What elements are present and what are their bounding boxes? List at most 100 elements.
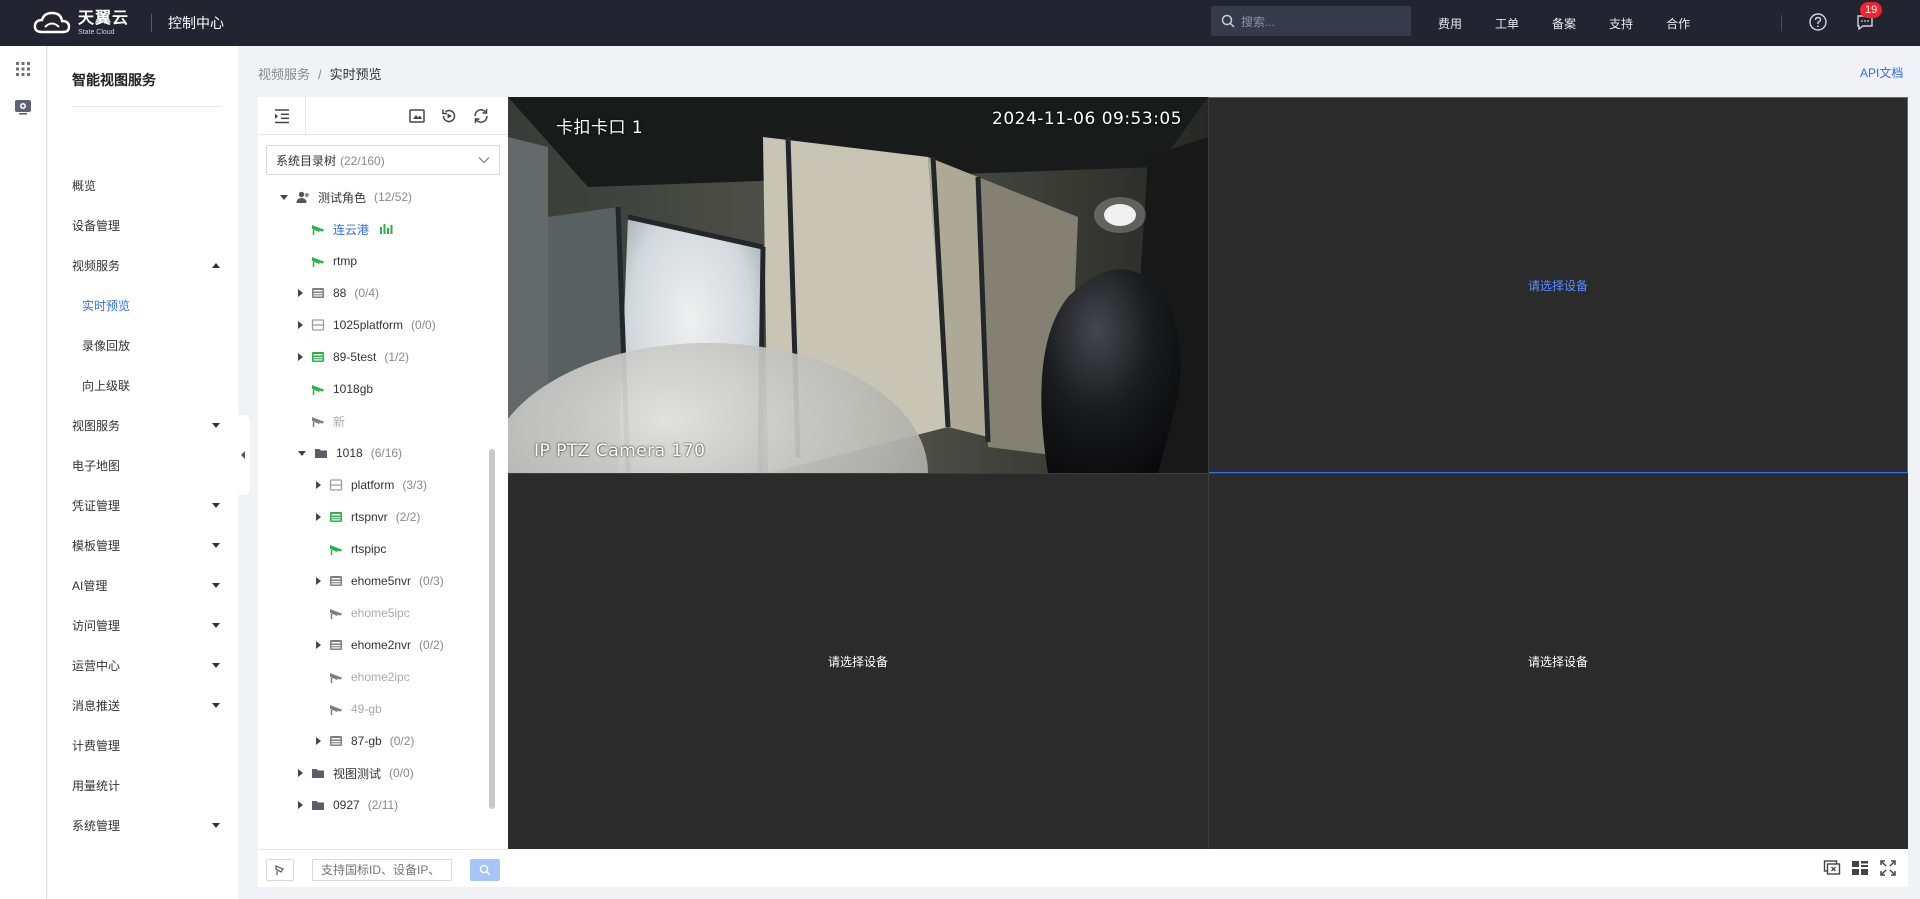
console-title[interactable]: 控制中心 [168,13,224,33]
tree-node[interactable]: 1018 (6/16) [298,441,402,465]
screenshot-icon[interactable] [408,107,426,125]
nav-item-4[interactable]: 录像回放 [82,334,224,356]
nav-item-13[interactable]: 消息推送 [72,694,224,716]
close-all-windows-icon[interactable] [1823,859,1841,877]
search-button[interactable] [470,859,500,881]
expand-right-icon[interactable] [298,353,303,361]
search-icon [479,864,491,876]
expand-right-icon[interactable] [298,769,303,777]
fullscreen-icon[interactable] [1879,859,1897,877]
tree-node[interactable]: rtspipc [316,537,386,561]
tree-node[interactable]: 49-gb [316,697,382,721]
nav-item-0[interactable]: 概览 [72,174,224,196]
layout-split-icon[interactable] [1851,859,1869,877]
nav-item-16[interactable]: 系统管理 [72,814,224,836]
tree-toolbar [258,97,508,135]
tree-node[interactable]: 89-5test (1/2) [298,345,409,369]
api-doc-link[interactable]: API文档 [1860,64,1903,81]
tree-node-label: rtspipc [351,542,387,556]
expand-right-icon[interactable] [298,289,303,297]
filter-button[interactable] [266,859,294,881]
tree-node[interactable]: 1018gb [298,377,373,401]
video-cell-4[interactable]: 请选择设备 [1208,473,1908,849]
tree-scrollbar[interactable] [489,449,495,809]
tree-node-count: (1/2) [384,350,410,364]
expand-right-icon[interactable] [298,801,303,809]
nav-item-6[interactable]: 视图服务 [72,414,224,436]
tree-node[interactable]: ehome2ipc [316,665,410,689]
menu-filing[interactable]: 备案 [1552,15,1576,32]
nav-item-14[interactable]: 计费管理 [72,734,224,756]
camera-gray-icon [329,702,343,716]
menu-partner[interactable]: 合作 [1666,15,1690,32]
apps-grid-icon[interactable] [14,60,32,78]
expand-right-icon[interactable] [316,577,321,585]
logo-subtext: State Cloud [78,28,115,36]
tree-node-label: ehome2nvr [351,638,412,652]
menu-billing[interactable]: 费用 [1438,15,1462,32]
tree-node-count: (0/3) [419,574,444,588]
nav-item-10[interactable]: AI管理 [72,574,224,596]
expand-right-icon[interactable] [316,737,321,745]
nvr-gray-icon [329,638,343,652]
tree-node[interactable]: ehome5nvr (0/3) [316,569,444,593]
expand-right-icon[interactable] [316,641,321,649]
caret-down-icon [212,502,220,508]
tree-node[interactable]: 87-gb (0/2) [316,729,414,753]
tree-node[interactable]: ehome5ipc [316,601,410,625]
tree-node-count: (2/2) [395,510,421,524]
nav-item-9[interactable]: 模板管理 [72,534,224,556]
video-service-icon[interactable] [14,98,32,116]
osd-channel-name: 卡扣卡口 1 [556,118,644,138]
tree-view-tab[interactable] [258,97,306,135]
video-cell-3[interactable]: 请选择设备 [508,473,1208,849]
video-cell-1[interactable]: 卡扣卡口 1 2024-11-06 09:53:05 IP PTZ Camera… [508,97,1208,473]
select-label: 系统目录树 [276,153,337,168]
nav-item-3[interactable]: 实时预览 [82,294,224,316]
menu-tickets[interactable]: 工单 [1495,15,1519,32]
caret-down-icon [212,822,220,828]
nav-item-5[interactable]: 向上级联 [82,374,224,396]
tree-node[interactable]: 1025platform (0/0) [298,313,436,337]
tree-node[interactable]: 0927 (2/11) [298,793,398,817]
expand-right-icon[interactable] [298,321,303,329]
expand-right-icon[interactable] [316,481,321,489]
search-icon [1221,14,1235,28]
nav-item-7[interactable]: 电子地图 [72,454,224,476]
nav-item-2[interactable]: 视频服务 [72,254,224,276]
expand-down-icon[interactable] [298,450,306,456]
collapse-nav-button[interactable] [236,415,250,495]
expand-right-icon[interactable] [316,513,321,521]
expand-down-icon[interactable] [280,194,288,200]
replay-icon[interactable] [440,107,458,125]
breadcrumb-parent[interactable]: 视频服务 [258,67,310,82]
tree-node-label: 87-gb [351,734,382,748]
tree-node[interactable]: 视图测试 (0/0) [298,761,414,785]
logo-text: 天翼云 [78,9,130,27]
nav-item-15[interactable]: 用量统计 [72,774,224,796]
logo[interactable]: 天翼云 State Cloud [32,10,129,36]
directory-tree-select[interactable]: 系统目录树 (22/160) [266,145,500,175]
video-cell-2[interactable]: 请选择设备 [1208,97,1908,473]
nav-item-1[interactable]: 设备管理 [72,214,224,236]
tree-node-label: 测试角色 [318,190,367,205]
video-stream[interactable]: 卡扣卡口 1 2024-11-06 09:53:05 IP PTZ Camera… [508,97,1208,473]
global-search-input[interactable]: 搜索... [1211,6,1411,36]
tree-node[interactable]: ehome2nvr (0/2) [316,633,444,657]
tree-node[interactable]: rtmp [298,249,357,273]
camera-green-icon [311,222,325,236]
help-icon[interactable] [1808,12,1828,32]
tree-node[interactable]: platform (3/3) [316,473,427,497]
nav-item-8[interactable]: 凭证管理 [72,494,224,516]
tree-node[interactable]: 连云港 [298,217,393,241]
tree-node[interactable]: 88 (0/4) [298,281,379,305]
tree-node[interactable]: 测试角色 (12/52) [280,185,412,209]
tree-node[interactable]: rtspnvr (2/2) [316,505,420,529]
refresh-icon[interactable] [472,107,490,125]
tree-node[interactable]: 新 [298,409,345,433]
nav-item-12[interactable]: 运营中心 [72,654,224,676]
device-search-input[interactable] [312,859,452,881]
tree-node-label: 89-5test [333,350,377,364]
menu-support[interactable]: 支持 [1609,15,1633,32]
nav-item-11[interactable]: 访问管理 [72,614,224,636]
